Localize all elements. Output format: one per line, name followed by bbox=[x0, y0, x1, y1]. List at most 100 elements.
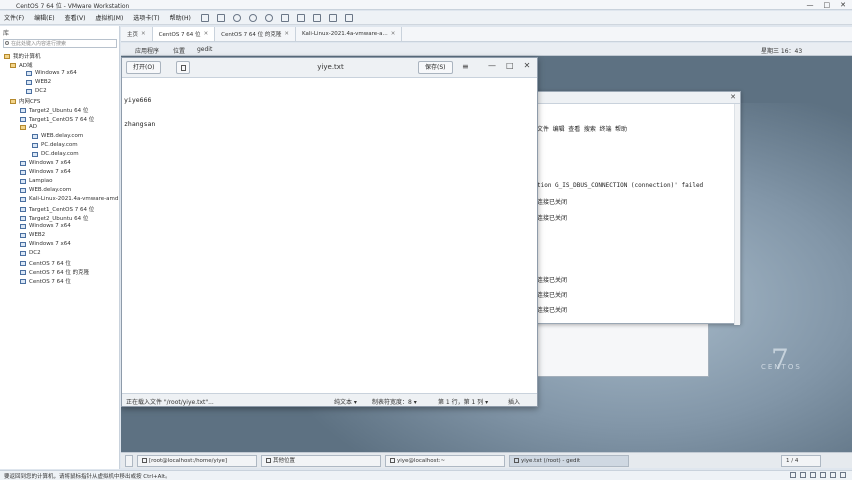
hard-disk-icon[interactable] bbox=[790, 472, 796, 478]
language-selector[interactable]: 纯文本 ▾ bbox=[334, 397, 357, 406]
tab-kali[interactable]: Kali-Linux-2021.4a-vmware-a... ✕ bbox=[296, 27, 403, 41]
tree-vm[interactable]: Windows 7 x64 bbox=[26, 70, 77, 76]
show-desktop-icon[interactable] bbox=[125, 455, 133, 467]
tree-vm[interactable]: Windows 7 x64 bbox=[20, 160, 71, 166]
tab-centos[interactable]: CentOS 7 64 位 ✕ bbox=[152, 27, 216, 41]
tab-home[interactable]: 主页 ✕ bbox=[121, 27, 153, 41]
taskbar-label: [root@localhost:/home/yiye] bbox=[149, 458, 228, 464]
menu-tabs[interactable]: 选项卡(T) bbox=[133, 13, 159, 22]
taskbar-item[interactable]: [root@localhost:/home/yiye] bbox=[137, 455, 257, 467]
close-icon[interactable]: ✕ bbox=[204, 31, 209, 37]
taskbar-item[interactable]: yiye.txt (/root) - gedit bbox=[509, 455, 629, 467]
places-menu[interactable]: 位置 bbox=[173, 46, 185, 55]
fullscreen-icon[interactable] bbox=[312, 13, 321, 22]
unity-icon[interactable] bbox=[328, 13, 337, 22]
tree-vm[interactable]: WEB2 bbox=[20, 232, 45, 238]
usb-icon[interactable] bbox=[820, 472, 826, 478]
hamburger-menu-icon[interactable]: ≡ bbox=[462, 62, 469, 71]
tree-label: 我的计算机 bbox=[13, 54, 41, 60]
close-icon[interactable]: ✕ bbox=[284, 31, 289, 37]
tree-label: WEB.delay.com bbox=[41, 133, 84, 139]
thumbnail-icon[interactable] bbox=[296, 13, 305, 22]
tree-vm[interactable]: Target2_Ubuntu 64 位 bbox=[20, 214, 88, 222]
tree-vm[interactable]: WEB2 bbox=[26, 79, 51, 85]
pause-icon[interactable] bbox=[200, 13, 209, 22]
tree-vm[interactable]: PC.delay.com bbox=[32, 142, 78, 148]
tree-vm[interactable]: Kali-Linux-2021.4a-vmware-amd bbox=[20, 196, 118, 202]
menu-file[interactable]: 文件(F) bbox=[4, 13, 24, 22]
cd-drive-icon[interactable] bbox=[800, 472, 806, 478]
tree-folder[interactable]: AD域 bbox=[10, 61, 33, 69]
applications-menu[interactable]: 应用程序 bbox=[135, 46, 159, 55]
tree-label: AD域 bbox=[19, 63, 33, 69]
terminal-titlebar: ✕ bbox=[532, 92, 740, 104]
library-icon[interactable] bbox=[280, 13, 289, 22]
send-keys-icon[interactable] bbox=[216, 13, 225, 22]
tree-label: Target1_CentOS 7 64 位 bbox=[29, 207, 95, 213]
maximize-button[interactable]: □ bbox=[824, 0, 831, 10]
tree-vm[interactable]: Windows 7 x64 bbox=[20, 169, 71, 175]
workspace-pager[interactable]: 1 / 4 bbox=[781, 455, 821, 467]
vm-icon bbox=[32, 142, 38, 148]
tree-folder[interactable]: 我的计算机 bbox=[4, 52, 41, 60]
centos-logo-number: 7 bbox=[771, 343, 789, 376]
taskbar-item[interactable]: 其他位置 bbox=[261, 455, 381, 467]
close-icon[interactable]: ✕ bbox=[141, 31, 146, 37]
terminal-icon bbox=[142, 458, 147, 463]
tree-vm[interactable]: Lampiao bbox=[20, 178, 53, 184]
save-button[interactable]: 保存(S) bbox=[418, 61, 453, 74]
snapshot-icon[interactable] bbox=[232, 13, 241, 22]
terminal-window-back[interactable] bbox=[531, 323, 709, 377]
terminal-close-icon[interactable]: ✕ bbox=[730, 93, 736, 101]
tree-vm[interactable]: DC2 bbox=[26, 88, 47, 94]
tree-vm[interactable]: DC2 bbox=[20, 250, 41, 256]
revert-snapshot-icon[interactable] bbox=[248, 13, 257, 22]
network-icon[interactable] bbox=[810, 472, 816, 478]
gedit-statusbar: 正在载入文件 "/root/yiye.txt"... 纯文本 ▾ 制表符宽度：8… bbox=[122, 393, 537, 406]
tree-folder[interactable]: AD bbox=[20, 124, 37, 130]
gedit-minimize-button[interactable]: — bbox=[488, 61, 496, 70]
clock[interactable]: 星期三 16：43 bbox=[761, 46, 802, 55]
tab-label: CentOS 7 64 位 bbox=[158, 32, 201, 38]
active-app-menu[interactable]: gedit bbox=[197, 46, 212, 53]
display-icon[interactable] bbox=[840, 472, 846, 478]
cursor-position[interactable]: 第 1 行，第 1 列 ▾ bbox=[438, 397, 488, 406]
tree-vm[interactable]: Target1_CentOS 7 64 位 bbox=[20, 115, 94, 123]
tree-vm[interactable]: Target1_CentOS 7 64 位 bbox=[20, 205, 94, 213]
menu-vm[interactable]: 虚拟机(M) bbox=[95, 13, 123, 22]
minimize-button[interactable]: — bbox=[807, 0, 814, 10]
text-line: zhangsan bbox=[124, 120, 156, 128]
tab-centos-clone[interactable]: CentOS 7 64 位 的克隆 ✕ bbox=[215, 27, 296, 41]
gedit-window[interactable]: 打开(O) yiye.txt 保存(S) ≡ — □ ✕ yiye666 zha… bbox=[121, 57, 538, 407]
sound-icon[interactable] bbox=[830, 472, 836, 478]
tab-width-selector[interactable]: 制表符宽度：8 ▾ bbox=[372, 397, 417, 406]
close-button[interactable]: ✕ bbox=[840, 0, 846, 10]
terminal-menu[interactable]: 文件 编辑 查看 搜索 终端 帮助 bbox=[537, 124, 627, 133]
terminal-window[interactable]: ✕ 文件 编辑 查看 搜索 终端 帮助 tion G_IS_DBUS_CONNE… bbox=[531, 91, 741, 325]
menu-view[interactable]: 查看(V) bbox=[65, 13, 86, 22]
console-view-icon[interactable] bbox=[344, 13, 353, 22]
tree-vm[interactable]: Windows 7 x64 bbox=[20, 223, 71, 229]
tree-vm[interactable]: DC.delay.com bbox=[32, 151, 79, 157]
tree-folder[interactable]: 内网CFS bbox=[10, 97, 40, 105]
menu-edit[interactable]: 编辑(E) bbox=[34, 13, 54, 22]
menu-help[interactable]: 帮助(H) bbox=[170, 13, 191, 22]
text-editor[interactable]: yiye666 zhangsan bbox=[124, 80, 155, 144]
terminal-scrollbar[interactable] bbox=[734, 104, 740, 325]
close-icon[interactable]: ✕ bbox=[391, 31, 396, 37]
tree-vm[interactable]: WEB.delay.com bbox=[20, 187, 71, 193]
vm-console[interactable]: 7 CENTOS 应用程序 位置 gedit 星期三 16：43 ✕ 文件 编辑… bbox=[121, 43, 852, 452]
vm-icon bbox=[20, 223, 26, 229]
library-search-input[interactable]: 在此处键入内容进行搜索 bbox=[3, 39, 117, 48]
tree-vm[interactable]: CentOS 7 64 位 bbox=[20, 277, 71, 285]
taskbar-item[interactable]: yiye@localhost:~ bbox=[385, 455, 505, 467]
tree-vm[interactable]: WEB.delay.com bbox=[32, 133, 83, 139]
tree-vm[interactable]: CentOS 7 64 位 的克隆 bbox=[20, 268, 89, 276]
tree-vm[interactable]: Target2_Ubuntu 64 位 bbox=[20, 106, 88, 114]
snapshot-manager-icon[interactable] bbox=[264, 13, 273, 22]
tree-vm[interactable]: CentOS 7 64 位 bbox=[20, 259, 71, 267]
centos-logo-text: CENTOS bbox=[761, 363, 802, 371]
gedit-maximize-button[interactable]: □ bbox=[506, 61, 514, 70]
tree-vm[interactable]: Windows 7 x64 bbox=[20, 241, 71, 247]
gedit-close-button[interactable]: ✕ bbox=[524, 61, 531, 70]
